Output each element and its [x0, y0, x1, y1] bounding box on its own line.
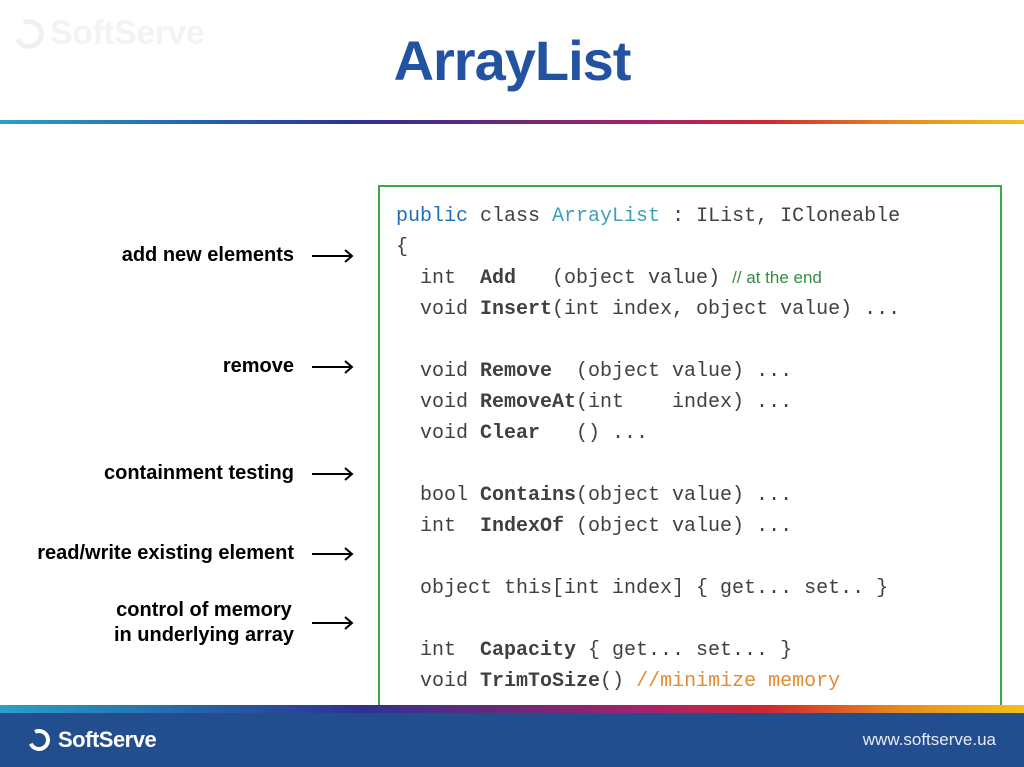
rainbow-divider	[0, 120, 1024, 124]
footer: SoftServe www.softserve.ua	[0, 705, 1024, 767]
code-text: { get... set... }	[576, 639, 792, 662]
code-text: void	[396, 298, 480, 321]
code-text: () ...	[540, 422, 648, 445]
code-method: TrimToSize	[480, 670, 600, 693]
arrow-icon	[312, 616, 360, 630]
annotation-contain-label: containment testing	[104, 461, 294, 486]
annotation-add-label: add new elements	[122, 243, 294, 268]
code-text: : IList, ICloneable	[660, 205, 900, 228]
annotation-add: add new elements	[0, 243, 360, 268]
code-method: Remove	[480, 360, 552, 383]
footer-rainbow	[0, 705, 1024, 713]
annotation-readwrite: read/write existing element	[0, 541, 360, 566]
annotation-memory: control of memory in underlying array	[0, 598, 360, 648]
annotation-remove-label: remove	[223, 354, 294, 379]
arrow-icon	[312, 249, 360, 263]
code-comment: // at the end	[732, 268, 822, 287]
code-method: RemoveAt	[480, 391, 576, 414]
annotation-memory-line2: in underlying array	[114, 624, 294, 646]
code-text: (object value) ...	[576, 484, 792, 507]
arrow-icon	[312, 547, 360, 561]
code-text: (object value)	[516, 267, 732, 290]
code-text: void	[396, 391, 480, 414]
code-method: Clear	[480, 422, 540, 445]
code-box: public class ArrayList : IList, ICloneab…	[378, 185, 1002, 767]
code-method: Contains	[480, 484, 576, 507]
annotation-memory-label: control of memory in underlying array	[114, 598, 294, 648]
annotation-memory-line1: control of memory	[116, 599, 292, 621]
footer-logo: SoftServe	[28, 727, 156, 753]
code-method: Capacity	[480, 639, 576, 662]
code-typename: ArrayList	[552, 205, 660, 228]
code-text: int	[396, 515, 480, 538]
content-area: add new elements remove containment test…	[0, 165, 1024, 682]
logo-ring-icon	[25, 726, 53, 754]
code-text: void	[396, 360, 480, 383]
code-method: Add	[480, 267, 516, 290]
footer-bar: SoftServe www.softserve.ua	[0, 713, 1024, 767]
arrow-icon	[312, 467, 360, 481]
code-method: Insert	[480, 298, 552, 321]
footer-url: www.softserve.ua	[863, 730, 996, 750]
code-text: (int index, object value) ...	[552, 298, 900, 321]
code-text: (int index) ...	[576, 391, 792, 414]
page-title: ArrayList	[0, 28, 1024, 93]
code-comment: //minimize memory	[636, 670, 840, 693]
code-text: void	[396, 670, 480, 693]
annotation-remove: remove	[0, 354, 360, 379]
code-text: void	[396, 422, 480, 445]
footer-brand: SoftServe	[58, 727, 156, 753]
code-text: bool	[396, 484, 480, 507]
code-text: (object value) ...	[564, 515, 792, 538]
annotation-readwrite-label: read/write existing element	[37, 541, 294, 566]
slide: SoftServe ArrayList add new elements rem…	[0, 0, 1024, 767]
code-text: class	[468, 205, 552, 228]
code-text: ()	[600, 670, 636, 693]
code-text: object this[int index] { get... set.. }	[396, 577, 888, 600]
code-text: int	[396, 639, 480, 662]
code-text: {	[396, 236, 408, 259]
code-text: int	[396, 267, 480, 290]
code-keyword: public	[396, 205, 468, 228]
annotation-contain: containment testing	[0, 461, 360, 486]
arrow-icon	[312, 360, 360, 374]
code-text: (object value) ...	[552, 360, 792, 383]
code-method: IndexOf	[480, 515, 564, 538]
